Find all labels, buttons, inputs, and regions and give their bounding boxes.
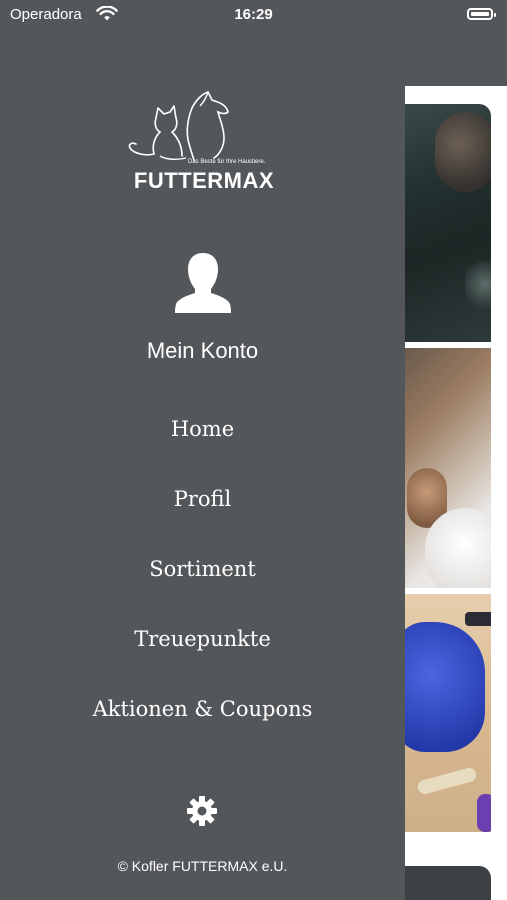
brand-logo: Das Beste für Ihre Haustiere. FUTTERMAX — [122, 84, 286, 196]
menu-item-profil[interactable]: Profil — [0, 482, 405, 516]
my-account-link[interactable]: Mein Konto — [0, 338, 405, 364]
battery-icon — [467, 8, 496, 20]
menu-item-aktionen-coupons[interactable]: Aktionen & Coupons — [0, 692, 405, 726]
clock: 16:29 — [234, 6, 273, 23]
navigation-drawer: Das Beste für Ihre Haustiere. FUTTERMAX … — [0, 32, 405, 900]
menu-item-home[interactable]: Home — [0, 412, 405, 446]
content-card[interactable] — [405, 348, 491, 588]
user-avatar-icon[interactable] — [173, 251, 233, 315]
copyright-footer: © Kofler FUTTERMAX e.U. — [117, 858, 288, 874]
main-content — [405, 86, 507, 900]
pet-logo-icon — [128, 91, 229, 161]
content-card[interactable] — [405, 866, 491, 900]
brand-tagline: Das Beste für Ihre Haustiere. — [188, 159, 266, 165]
content-card[interactable] — [405, 594, 491, 832]
menu-item-treuepunkte[interactable]: Treuepunkte — [0, 622, 405, 656]
gear-icon[interactable] — [186, 795, 218, 827]
content-card[interactable] — [405, 104, 491, 342]
status-bar: Operadora 16:29 — [0, 0, 507, 32]
brand-name: FUTTERMAX — [133, 168, 275, 193]
menu-item-sortiment[interactable]: Sortiment — [0, 552, 405, 586]
